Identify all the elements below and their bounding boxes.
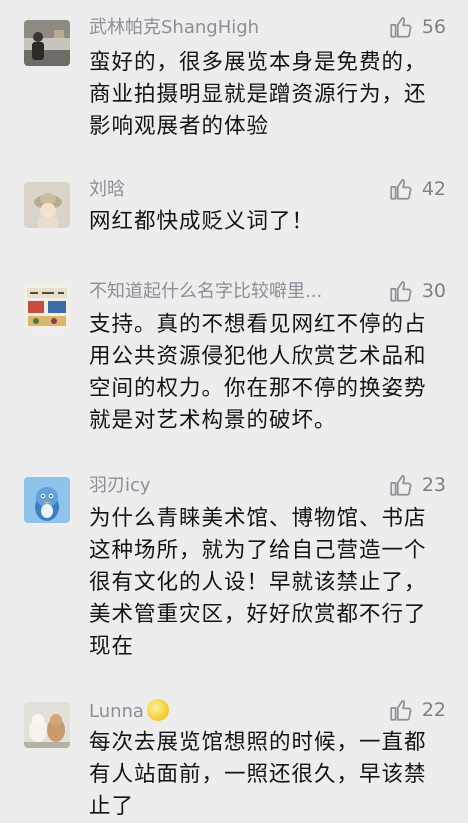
thumbs-up-icon — [390, 281, 412, 302]
avatar[interactable] — [24, 702, 70, 748]
thumbs-up-icon — [390, 475, 412, 496]
avatar[interactable] — [24, 20, 70, 66]
comment-text: 每次去展览馆想照的时候，一直都 有人站面前，一照还很久，早该禁 止了 — [89, 730, 427, 819]
like-button[interactable]: 30 — [388, 278, 446, 304]
comment-username[interactable]: Lunna — [89, 699, 169, 724]
moon-icon — [146, 699, 169, 721]
avatar[interactable] — [24, 284, 70, 330]
avatar[interactable] — [24, 477, 70, 523]
like-count: 30 — [421, 280, 446, 302]
avatar[interactable] — [24, 182, 70, 228]
comment-text: 支持。真的不想看见网红不停的占 用公共资源侵犯他人欣赏艺术品和 空间的权力。你在… — [89, 312, 427, 433]
comment-text: 网红都快成贬义词了！ — [89, 209, 315, 234]
thumbs-up-icon — [390, 17, 412, 38]
comment-text: 为什么青睐美术馆、博物馆、书店 这种场所，就为了给自己营造一个 很有文化的人设！… — [89, 506, 427, 659]
comment-text: 蛮好的，很多展览本身是免费的， 商业拍摄明显就是蹭资源行为，还 影响观展者的体验 — [89, 50, 427, 139]
like-button[interactable]: 56 — [388, 14, 446, 40]
like-count: 42 — [421, 178, 446, 200]
thumbs-up-icon — [390, 179, 412, 200]
like-button[interactable]: 23 — [388, 472, 446, 498]
comment-list: 武林帕克ShangHigh 56 蛮好的，很多展览本身是免费的， 商业拍摄明显就… — [0, 0, 468, 823]
like-count: 22 — [421, 699, 446, 721]
like-button[interactable]: 42 — [388, 176, 446, 202]
comment-username[interactable]: 羽刃icy — [89, 474, 151, 498]
like-count: 23 — [421, 474, 446, 496]
comment-username[interactable]: 不知道起什么名字比较噼里... — [89, 280, 322, 304]
like-count: 56 — [421, 16, 446, 38]
comment-username[interactable]: 武林帕克ShangHigh — [89, 16, 259, 40]
thumbs-up-icon — [390, 700, 412, 721]
comment-username[interactable]: 刘晗 — [89, 178, 125, 202]
like-button[interactable]: 22 — [388, 697, 446, 723]
